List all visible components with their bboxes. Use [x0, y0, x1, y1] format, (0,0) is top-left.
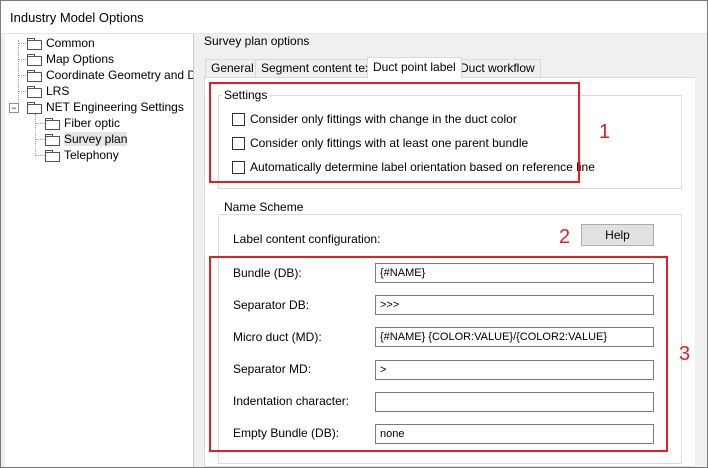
tree-item-net-engineering[interactable]: NET Engineering Settings	[27, 99, 184, 115]
tree-item-label: Fiber optic	[64, 116, 121, 130]
collapse-icon[interactable]: −	[9, 103, 19, 113]
label-content-config-label: Label content configuration:	[233, 232, 381, 246]
tab-segment-content-text[interactable]: Segment content text	[255, 59, 381, 77]
tab-duct-workflow[interactable]: Duct workflow	[454, 59, 541, 77]
tree-item-label: Coordinate Geometry and Dimensioning	[46, 68, 193, 82]
tree-item-lrs[interactable]: LRS	[27, 83, 69, 99]
tree-item-label: Telephony	[64, 148, 119, 162]
tab-general[interactable]: General	[205, 59, 260, 77]
tree-item-label: Common	[46, 36, 95, 50]
tree-item-label: Survey plan	[64, 132, 128, 146]
folder-icon	[27, 37, 42, 50]
tree-item-telephony[interactable]: Telephony	[45, 147, 119, 163]
options-tree[interactable]: Common Map Options Coordinate Geometry a…	[5, 34, 194, 467]
folder-icon	[27, 85, 42, 98]
tree-item-map-options[interactable]: Map Options	[27, 51, 114, 67]
title-bar: Industry Model Options	[1, 1, 707, 34]
window-title: Industry Model Options	[10, 10, 144, 25]
annotation-box-settings	[209, 82, 580, 183]
tree-item-label: LRS	[46, 84, 70, 98]
annotation-box-fields	[209, 256, 668, 452]
annotation-number-1: 1	[599, 121, 611, 143]
tree-item-survey-plan[interactable]: Survey plan	[45, 131, 128, 147]
folder-icon	[27, 53, 42, 66]
annotation-number-2: 2	[559, 226, 571, 248]
tree-item-label: NET Engineering Settings	[46, 100, 184, 114]
help-button[interactable]: Help	[581, 224, 654, 246]
right-edge	[695, 34, 707, 467]
folder-icon	[45, 149, 60, 162]
folder-icon	[45, 133, 60, 146]
folder-icon	[45, 117, 60, 130]
options-window: Industry Model Options Common Map Option…	[0, 0, 708, 468]
tree-item-coordinate-geometry[interactable]: Coordinate Geometry and Dimensioning	[27, 67, 193, 83]
panel-title: Survey plan options	[204, 34, 310, 48]
tree-item-common[interactable]: Common	[27, 35, 95, 51]
tree-item-label: Map Options	[46, 52, 115, 66]
folder-icon	[27, 69, 42, 82]
folder-icon	[27, 101, 42, 114]
annotation-number-3: 3	[679, 343, 691, 365]
tab-duct-point-label[interactable]: Duct point label	[367, 57, 462, 78]
tree-item-fiber-optic[interactable]: Fiber optic	[45, 115, 120, 131]
name-scheme-legend: Name Scheme	[222, 200, 306, 214]
